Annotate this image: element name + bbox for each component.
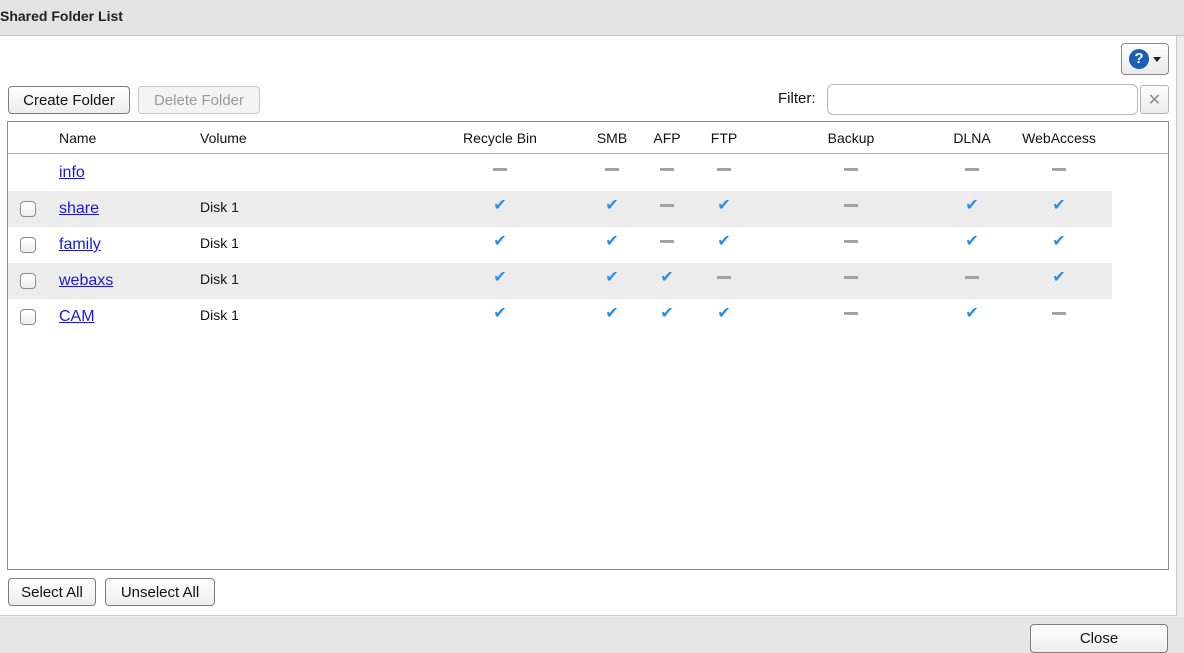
volume-cell: Disk 1 (200, 235, 239, 251)
dash-icon (713, 159, 735, 181)
dash-icon (840, 195, 862, 217)
volume-cell: Disk 1 (200, 199, 239, 215)
dash-icon (656, 231, 678, 253)
row-checkbox[interactable] (20, 273, 36, 289)
dash-icon (713, 267, 735, 289)
title-bar: Shared Folder List (0, 0, 1184, 36)
folder-name-link[interactable]: CAM (59, 308, 95, 326)
dash-icon (961, 159, 983, 181)
table-header: Name Volume Recycle Bin SMB AFP FTP Back… (8, 122, 1168, 154)
table-row[interactable]: share Disk 1 ✔ ✔ ✔ ✔ ✔ (8, 191, 1112, 227)
delete-folder-button[interactable]: Delete Folder (138, 86, 260, 114)
question-icon: ? (1129, 49, 1149, 69)
checkmark-icon: ✔ (605, 197, 619, 214)
dash-icon (656, 195, 678, 217)
row-checkbox[interactable] (20, 201, 36, 217)
column-header-recycle-bin[interactable]: Recycle Bin (463, 130, 537, 146)
checkmark-icon: ✔ (1052, 269, 1066, 286)
table-row[interactable]: family Disk 1 ✔ ✔ ✔ ✔ ✔ (8, 227, 1112, 263)
dash-icon (601, 159, 623, 181)
column-header-volume[interactable]: Volume (200, 130, 247, 146)
close-button[interactable]: Close (1030, 624, 1168, 653)
column-header-webaccess[interactable]: WebAccess (1022, 130, 1096, 146)
column-header-afp[interactable]: AFP (653, 130, 680, 146)
checkmark-icon: ✔ (717, 305, 731, 322)
checkmark-icon: ✔ (493, 233, 507, 250)
checkmark-icon: ✔ (605, 269, 619, 286)
checkmark-icon: ✔ (660, 269, 674, 286)
checkmark-icon: ✔ (605, 233, 619, 250)
volume-cell: Disk 1 (200, 307, 239, 323)
folder-name-link[interactable]: info (59, 164, 85, 182)
checkmark-icon: ✔ (717, 233, 731, 250)
dash-icon (840, 267, 862, 289)
column-header-smb[interactable]: SMB (597, 130, 627, 146)
unselect-all-button[interactable]: Unselect All (105, 578, 215, 606)
checkmark-icon: ✔ (1052, 197, 1066, 214)
checkmark-icon: ✔ (965, 233, 979, 250)
table-row[interactable]: CAM Disk 1 ✔ ✔ ✔ ✔ ✔ (8, 299, 1112, 335)
filter-input[interactable] (827, 84, 1138, 115)
checkmark-icon: ✔ (493, 197, 507, 214)
window-title: Shared Folder List (0, 8, 123, 24)
dash-icon (840, 231, 862, 253)
dash-icon (840, 303, 862, 325)
checkmark-icon: ✔ (660, 305, 674, 322)
column-header-name[interactable]: Name (59, 130, 96, 146)
checkmark-icon: ✔ (1052, 233, 1066, 250)
help-menu-button[interactable]: ? (1121, 43, 1169, 75)
row-checkbox[interactable] (20, 309, 36, 325)
dialog-footer (0, 617, 1184, 653)
dash-icon (840, 159, 862, 181)
select-all-button[interactable]: Select All (8, 578, 96, 606)
chevron-down-icon (1153, 56, 1161, 62)
folder-name-link[interactable]: share (59, 200, 99, 218)
checkmark-icon: ✔ (493, 269, 507, 286)
clear-x-icon[interactable]: ✕ (1140, 85, 1169, 114)
column-header-dlna[interactable]: DLNA (953, 130, 990, 146)
checkmark-icon: ✔ (493, 305, 507, 322)
folder-name-link[interactable]: family (59, 236, 101, 254)
checkmark-icon: ✔ (965, 197, 979, 214)
dash-icon (489, 159, 511, 181)
table-row[interactable]: webaxs Disk 1 ✔ ✔ ✔ ✔ (8, 263, 1112, 299)
row-checkbox[interactable] (20, 237, 36, 253)
folder-table: Name Volume Recycle Bin SMB AFP FTP Back… (7, 121, 1169, 570)
dash-icon (656, 159, 678, 181)
volume-cell: Disk 1 (200, 271, 239, 287)
filter-label: Filter: (778, 90, 816, 107)
folder-name-link[interactable]: webaxs (59, 272, 113, 290)
table-row[interactable]: info (8, 155, 1112, 191)
dash-icon (1048, 159, 1070, 181)
column-header-backup[interactable]: Backup (828, 130, 875, 146)
dash-icon (961, 267, 983, 289)
checkmark-icon: ✔ (717, 197, 731, 214)
checkmark-icon: ✔ (605, 305, 619, 322)
dash-icon (1048, 303, 1070, 325)
create-folder-button[interactable]: Create Folder (8, 86, 130, 114)
checkmark-icon: ✔ (965, 305, 979, 322)
column-header-ftp[interactable]: FTP (711, 130, 737, 146)
